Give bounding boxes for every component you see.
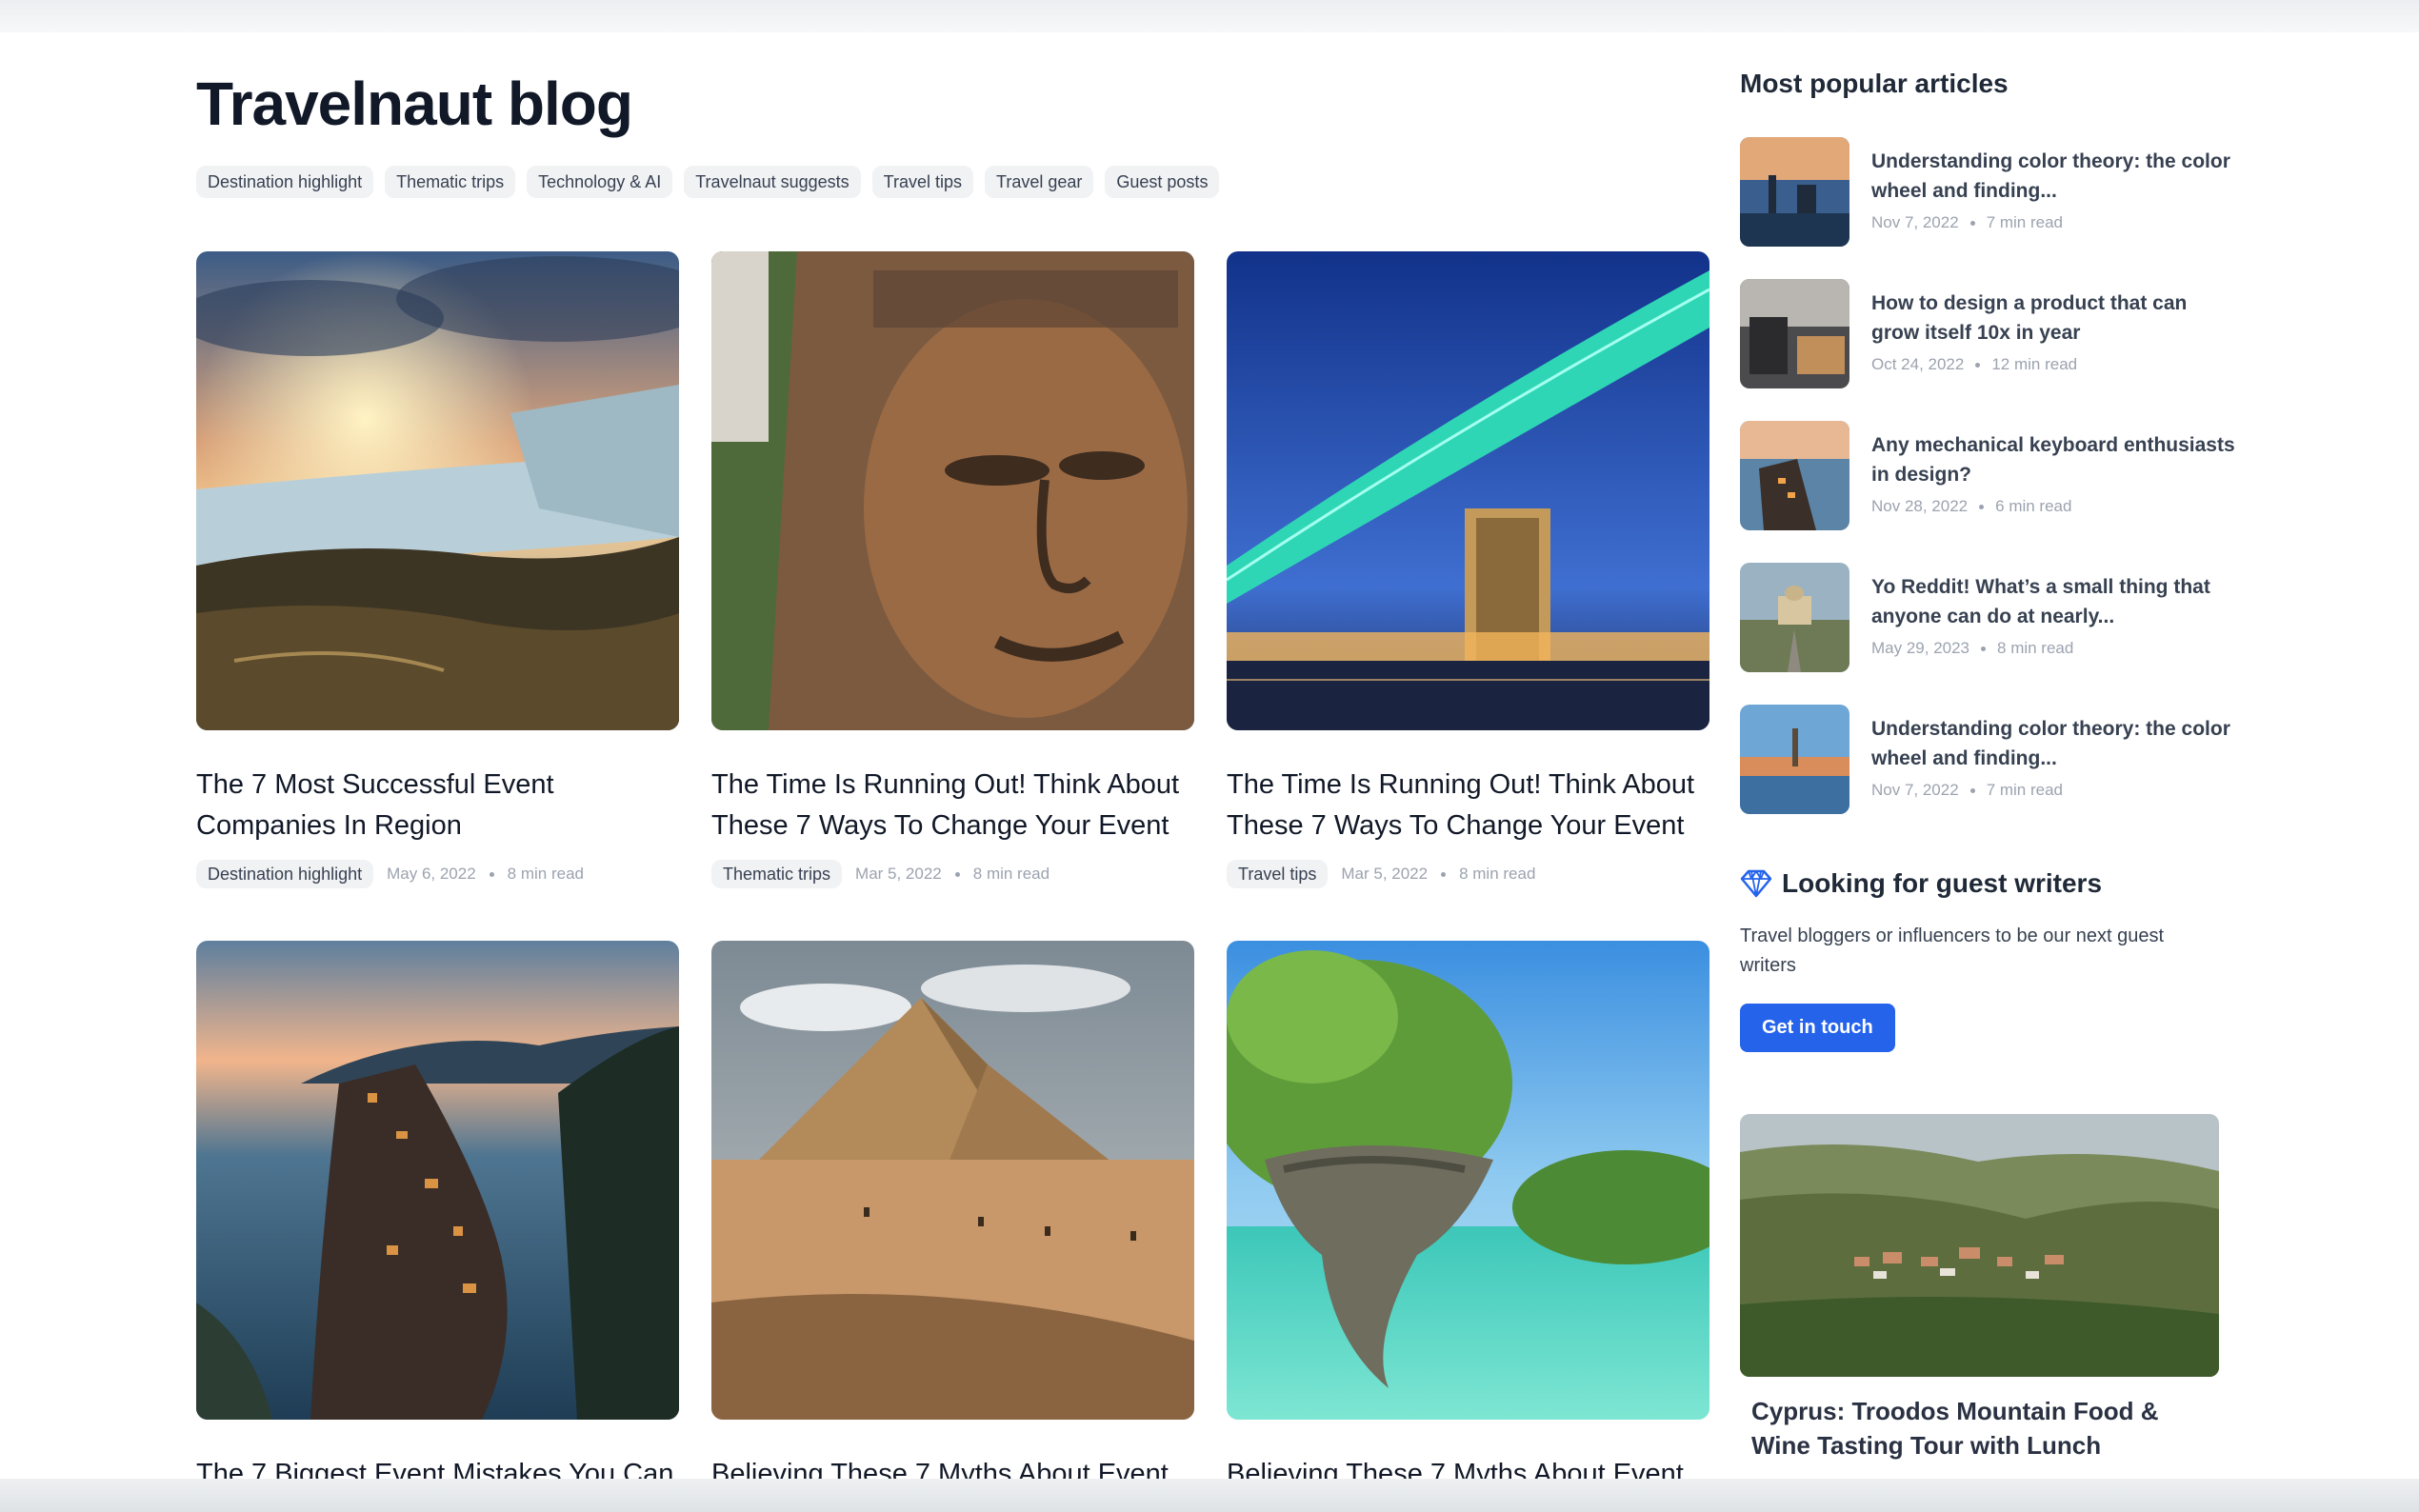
popular-article-read-time: 6 min read	[1995, 497, 2072, 515]
popular-article-meta: Nov 7, 2022 7 min read	[1871, 213, 2235, 232]
separator-dot	[1979, 504, 1985, 509]
post-image-bridge[interactable]	[1227, 251, 1709, 730]
post-image-pyramids[interactable]	[711, 941, 1194, 1420]
post-meta: Destination highlight May 6, 2022 8 min …	[196, 860, 679, 888]
category-chip[interactable]: Travel gear	[985, 166, 1094, 198]
post-meta: Travel tips Mar 5, 2022 8 min read	[1227, 860, 1709, 888]
featured-tour-image[interactable]	[1740, 1114, 2219, 1377]
post-title[interactable]: The Time Is Running Out! Think About The…	[711, 765, 1194, 846]
separator-dot	[954, 871, 960, 877]
separator-dot	[1975, 362, 1981, 368]
popular-article-title[interactable]: Any mechanical keyboard enthusiasts in d…	[1871, 430, 2235, 489]
post-read-time: 8 min read	[1459, 865, 1536, 883]
popular-article-item[interactable]: Yo Reddit! What’s a small thing that any…	[1740, 563, 2235, 672]
category-chip[interactable]: Destination highlight	[196, 166, 374, 198]
post-card[interactable]: The 7 Most Successful Event Companies In…	[196, 251, 679, 888]
category-chip[interactable]: Guest posts	[1105, 166, 1220, 198]
post-category-chip[interactable]: Thematic trips	[711, 860, 843, 888]
guest-writers-box: Looking for guest writers Travel blogger…	[1740, 868, 2197, 1052]
guest-writers-text: Travel bloggers or influencers to be our…	[1740, 925, 2165, 976]
popular-article-thumbnail[interactable]	[1740, 563, 1849, 672]
popular-article-title[interactable]: Understanding color theory: the color wh…	[1871, 147, 2235, 206]
popular-article-thumbnail[interactable]	[1740, 137, 1849, 247]
post-read-time: 8 min read	[972, 865, 1050, 883]
separator-dot	[1441, 871, 1447, 877]
post-title[interactable]: The 7 Most Successful Event Companies In…	[196, 765, 679, 846]
popular-article-title[interactable]: How to design a product that can grow it…	[1871, 288, 2235, 348]
popular-article-item[interactable]: Understanding color theory: the color wh…	[1740, 137, 2235, 247]
post-card[interactable]: The Time Is Running Out! Think About The…	[1227, 251, 1709, 888]
featured-tour-title[interactable]: Cyprus: Troodos Mountain Food & Wine Tas…	[1751, 1394, 2219, 1462]
popular-article-thumbnail[interactable]	[1740, 279, 1849, 388]
post-image-cliff-village[interactable]	[196, 941, 679, 1420]
post-card[interactable]: The 7 Biggest Event Mistakes You Can	[196, 941, 679, 1495]
post-title[interactable]: The Time Is Running Out! Think About The…	[1227, 765, 1709, 846]
post-card[interactable]: Believing These 7 Myths About Event	[1227, 941, 1709, 1495]
popular-article-read-time: 12 min read	[1991, 355, 2078, 373]
post-date: Mar 5, 2022	[1341, 865, 1429, 883]
separator-dot	[1981, 646, 1987, 651]
popular-article-title[interactable]: Yo Reddit! What’s a small thing that any…	[1871, 572, 2235, 631]
popular-articles-heading: Most popular articles	[1740, 69, 2009, 98]
popular-article-read-time: 7 min read	[1986, 213, 2064, 231]
page-title: Travelnaut blog	[196, 70, 633, 138]
diamond-icon	[1740, 869, 1772, 898]
post-image-stone-face[interactable]	[711, 251, 1194, 730]
category-chip[interactable]: Thematic trips	[385, 166, 516, 198]
post-image-tropical-island[interactable]	[1227, 941, 1709, 1420]
popular-article-date: Oct 24, 2022	[1871, 355, 1965, 373]
post-date: Mar 5, 2022	[855, 865, 942, 883]
popular-article-date: Nov 7, 2022	[1871, 781, 1959, 799]
popular-article-date: Nov 7, 2022	[1871, 213, 1959, 231]
guest-writers-title: Looking for guest writers	[1782, 868, 2103, 898]
browser-top-edge	[0, 0, 2419, 32]
popular-article-meta: Nov 28, 2022 6 min read	[1871, 497, 2235, 516]
post-card[interactable]: Believing These 7 Myths About Event	[711, 941, 1194, 1495]
popular-article-meta: May 29, 2023 8 min read	[1871, 639, 2235, 658]
post-card[interactable]: The Time Is Running Out! Think About The…	[711, 251, 1194, 888]
category-chip[interactable]: Travel tips	[871, 166, 974, 198]
popular-article-title[interactable]: Understanding color theory: the color wh…	[1871, 714, 2235, 773]
popular-article-thumbnail[interactable]	[1740, 421, 1849, 530]
popular-article-item[interactable]: Understanding color theory: the color wh…	[1740, 705, 2235, 814]
get-in-touch-button[interactable]: Get in touch	[1740, 1004, 1895, 1052]
category-filter-bar: Destination highlight Thematic trips Tec…	[196, 166, 1220, 198]
popular-article-item[interactable]: Any mechanical keyboard enthusiasts in d…	[1740, 421, 2235, 530]
popular-article-date: Nov 28, 2022	[1871, 497, 1969, 515]
post-date: May 6, 2022	[387, 865, 476, 883]
featured-tour-card[interactable]: Cyprus: Troodos Mountain Food & Wine Tas…	[1740, 1114, 2219, 1462]
post-image-waterfall[interactable]	[196, 251, 679, 730]
popular-article-thumbnail[interactable]	[1740, 705, 1849, 814]
popular-article-date: May 29, 2023	[1871, 639, 1970, 657]
post-category-chip[interactable]: Travel tips	[1227, 860, 1329, 888]
post-category-chip[interactable]: Destination highlight	[196, 860, 374, 888]
guest-writers-heading: Looking for guest writers	[1740, 868, 2197, 899]
popular-article-read-time: 8 min read	[1997, 639, 2074, 657]
browser-bottom-edge	[0, 1479, 2419, 1512]
popular-article-read-time: 7 min read	[1986, 781, 2064, 799]
separator-dot	[1969, 787, 1975, 793]
popular-article-meta: Nov 7, 2022 7 min read	[1871, 781, 2235, 800]
category-chip[interactable]: Technology & AI	[527, 166, 673, 198]
separator-dot	[1969, 220, 1975, 226]
post-meta: Thematic trips Mar 5, 2022 8 min read	[711, 860, 1194, 888]
category-chip[interactable]: Travelnaut suggests	[684, 166, 861, 198]
popular-article-item[interactable]: How to design a product that can grow it…	[1740, 279, 2235, 388]
post-read-time: 8 min read	[507, 865, 584, 883]
separator-dot	[489, 871, 494, 877]
popular-article-meta: Oct 24, 2022 12 min read	[1871, 355, 2235, 374]
